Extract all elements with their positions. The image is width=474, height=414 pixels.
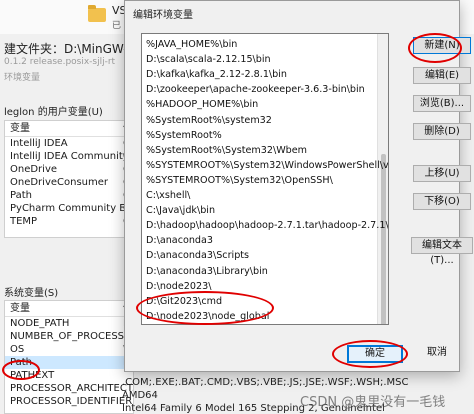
move-up-button[interactable]: 上移(U) <box>413 165 471 182</box>
path-list-item[interactable]: C:\Java\jdk\bin <box>142 203 378 218</box>
path-list-item[interactable]: %SYSTEMROOT%\System32\OpenSSH\ <box>142 173 378 188</box>
variable-name: Path <box>10 190 32 201</box>
path-list-item[interactable]: %HADOOP_HOME%\bin <box>142 97 378 112</box>
table-row[interactable]: NODE_PATHD <box>5 317 133 330</box>
path-list-item[interactable]: %SystemRoot%\system32 <box>142 113 378 128</box>
variable-name: NUMBER_OF_PROCESSORS <box>10 331 134 342</box>
path-list-item[interactable]: D:\anaconda3\Scripts <box>142 248 378 263</box>
col-variable-header[interactable]: 变量 <box>10 121 30 136</box>
path-list-item[interactable]: D:\kafka\kafka_2.12-2.8.1\bin <box>142 67 378 82</box>
browse-button[interactable]: 浏览(B)... <box>413 95 471 112</box>
table-row[interactable]: PATHEXT <box>5 369 133 382</box>
path-list-item[interactable]: D:\scala\scala-2.12.15\bin <box>142 52 378 67</box>
path-list-item[interactable]: %SystemRoot%\System32\Wbem <box>142 143 378 158</box>
variable-name: NODE_PATH <box>10 318 70 329</box>
variable-name: OneDrive <box>10 164 58 175</box>
edit-text-button[interactable]: 编辑文本(T)... <box>411 237 473 266</box>
table-row[interactable]: OneDriveConsumerC <box>5 176 133 189</box>
table-row[interactable]: PROCESSOR_IDENTIFIER <box>5 395 133 408</box>
variable-name: PyCharm Community Editi... <box>10 203 133 214</box>
variable-name: OneDriveConsumer <box>10 177 109 188</box>
user-vars-section-label: leglon 的用户变量(U) <box>4 107 103 118</box>
folder-subtext: 已 <box>112 21 122 31</box>
vertical-scrollbar[interactable] <box>377 34 388 324</box>
dialog-title: 编辑环境变量 <box>133 10 193 21</box>
watermark: CSDN @鬼里没有一毛钱 <box>300 395 446 410</box>
table-row[interactable]: NUMBER_OF_PROCESSORS1 <box>5 330 133 343</box>
path-list[interactable]: %JAVA_HOME%\bin D:\scala\scala-2.12.15\bi… <box>141 33 389 325</box>
system-vars-table[interactable]: 变量 值 NODE_PATHDNUMBER_OF_PROCESSORS1OSWP… <box>4 300 134 414</box>
table-row[interactable]: PathD <box>5 356 133 369</box>
edit-environment-variable-dialog: 编辑环境变量 %JAVA_HOME%\bin D:\scala\scala-2.1… <box>124 0 473 372</box>
table-header: 变量 值 <box>5 121 133 137</box>
table-row[interactable]: OneDriveC <box>5 163 133 176</box>
path-list-item[interactable]: D:\anaconda3\Library\bin <box>142 264 378 279</box>
table-header: 变量 值 <box>5 301 133 317</box>
path-list-item[interactable]: C:\xshell\ <box>142 188 378 203</box>
system-variable-value: .COM;.EXE;.BAT;.CMD;.VBS;.VBE;.JS;.JSE;.… <box>122 377 409 388</box>
path-list-item[interactable]: D:\anaconda3 <box>142 233 378 248</box>
variable-name: PROCESSOR_IDENTIFIER <box>10 396 133 407</box>
gray-label: 环境变量 <box>4 73 41 83</box>
variable-name: IntelliJ IDEA <box>10 138 68 149</box>
variable-name: TEMP <box>10 216 38 227</box>
cancel-button[interactable]: 取消 <box>417 345 457 363</box>
path-list-item[interactable]: %SYSTEMROOT%\System32\WindowsPowerShell\… <box>142 158 388 173</box>
gray-subtitle: 0.1.2 release.posix-sjlj-rt <box>4 57 116 67</box>
folder-icon[interactable] <box>88 5 106 22</box>
table-row[interactable]: TEMPC <box>5 215 133 228</box>
path-list-item[interactable]: D:\zookeeper\apache-zookeeper-3.6.3-bin\… <box>142 82 378 97</box>
table-row[interactable]: IntelliJ IDEA Community E...C <box>5 150 133 163</box>
table-row[interactable]: PROCESSOR_ARCHITECT... <box>5 382 133 395</box>
path-list-item[interactable]: D:\MinGW-w64\mingw64\bin <box>142 323 378 324</box>
new-button[interactable]: 新建(N) <box>413 37 471 54</box>
path-list-item[interactable]: D:\hadoop\hadoop\hadoop-2.7.1.tar\hadoop… <box>142 218 388 233</box>
scrollbar-thumb[interactable] <box>381 154 386 324</box>
table-row[interactable]: IntelliJ IDEAC <box>5 137 133 150</box>
edit-button[interactable]: 编辑(E) <box>413 67 471 84</box>
path-list-item[interactable]: D:\node2023\node_global <box>142 309 378 324</box>
path-list-item[interactable]: D:\Git2023\cmd <box>142 294 378 309</box>
variable-name: PROCESSOR_ARCHITECT... <box>10 383 134 394</box>
path-list-item[interactable]: %SystemRoot% <box>142 128 378 143</box>
ok-button[interactable]: 确定 <box>347 345 403 363</box>
system-vars-section-label: 系统变量(S) <box>4 288 59 299</box>
delete-button[interactable]: 删除(D) <box>413 123 471 140</box>
path-list-item[interactable]: D:\node2023\ <box>142 279 378 294</box>
variable-name: IntelliJ IDEA Community E... <box>10 151 134 162</box>
variable-name: PATHEXT <box>10 370 55 381</box>
user-vars-table[interactable]: 变量 值 IntelliJ IDEACIntelliJ IDEA Communi… <box>4 120 134 238</box>
path-list-item[interactable]: %JAVA_HOME%\bin <box>142 37 378 52</box>
variable-name: OS <box>10 344 25 355</box>
table-row[interactable]: PyCharm Community Editi...C <box>5 202 133 215</box>
col-variable-header[interactable]: 变量 <box>10 301 30 316</box>
table-row[interactable]: PathC <box>5 189 133 202</box>
table-row[interactable]: OSW <box>5 343 133 356</box>
move-down-button[interactable]: 下移(O) <box>413 193 471 210</box>
variable-name: Path <box>10 357 32 368</box>
